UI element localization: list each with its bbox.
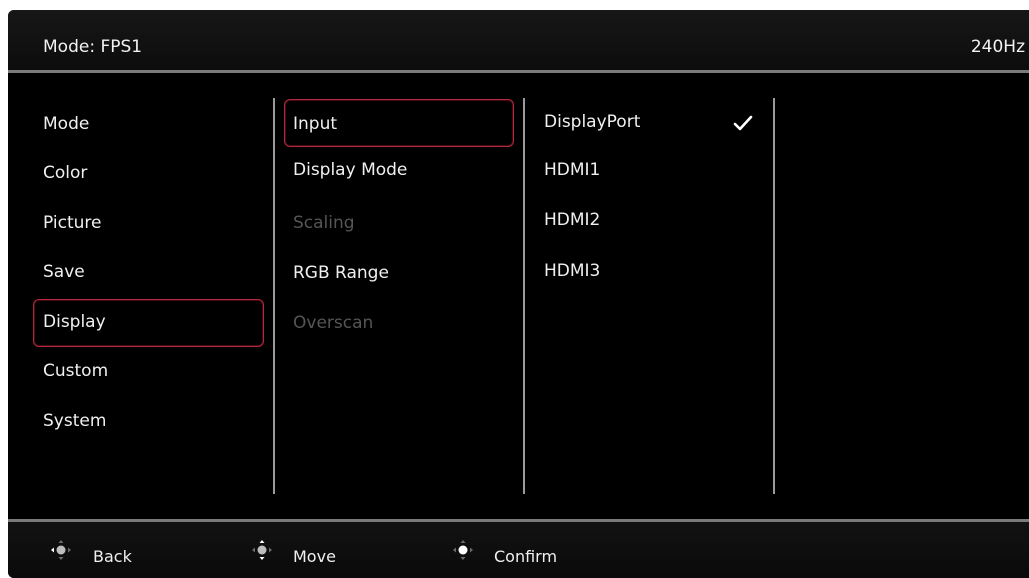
move-hint[interactable]: Move xyxy=(293,548,336,566)
submenu-item-rgb-range[interactable]: RGB Range xyxy=(293,262,389,284)
column-divider-1 xyxy=(273,98,275,494)
column-divider-2 xyxy=(523,98,525,494)
submenu-item-overscan: Overscan xyxy=(293,313,374,333)
menu-item-display[interactable]: Display xyxy=(43,311,106,333)
joystick-updown-icon xyxy=(252,540,272,560)
submenu-item-display-mode[interactable]: Display Mode xyxy=(293,159,407,181)
mode-title: Mode: FPS1 xyxy=(43,37,143,57)
confirm-hint[interactable]: Confirm xyxy=(494,548,557,566)
monitor-osd: Mode: FPS1 240Hz Mode Color Picture Save… xyxy=(8,10,1029,578)
menu-item-mode[interactable]: Mode xyxy=(43,113,89,135)
input-option-hdmi1[interactable]: HDMI1 xyxy=(544,159,600,181)
input-option-hdmi2[interactable]: HDMI2 xyxy=(544,209,600,231)
input-option-displayport[interactable]: DisplayPort xyxy=(544,111,640,133)
header-divider xyxy=(8,70,1029,73)
refresh-rate: 240Hz xyxy=(970,37,1025,57)
column-divider-3 xyxy=(773,98,775,494)
joystick-press-icon xyxy=(453,540,473,560)
menu-item-color[interactable]: Color xyxy=(43,162,87,184)
osd-header: Mode: FPS1 240Hz xyxy=(8,10,1029,72)
submenu-item-input[interactable]: Input xyxy=(293,113,337,135)
menu-item-save[interactable]: Save xyxy=(43,261,85,283)
osd-footer: Back Move Confirm xyxy=(8,522,1029,578)
joystick-left-icon xyxy=(51,540,71,560)
input-option-hdmi3[interactable]: HDMI3 xyxy=(544,260,600,282)
menu-item-custom[interactable]: Custom xyxy=(43,360,108,382)
submenu-item-scaling: Scaling xyxy=(293,213,355,233)
menu-item-system[interactable]: System xyxy=(43,410,106,432)
checkmark-icon xyxy=(733,115,753,131)
menu-item-picture[interactable]: Picture xyxy=(43,212,101,234)
back-hint[interactable]: Back xyxy=(93,548,132,566)
